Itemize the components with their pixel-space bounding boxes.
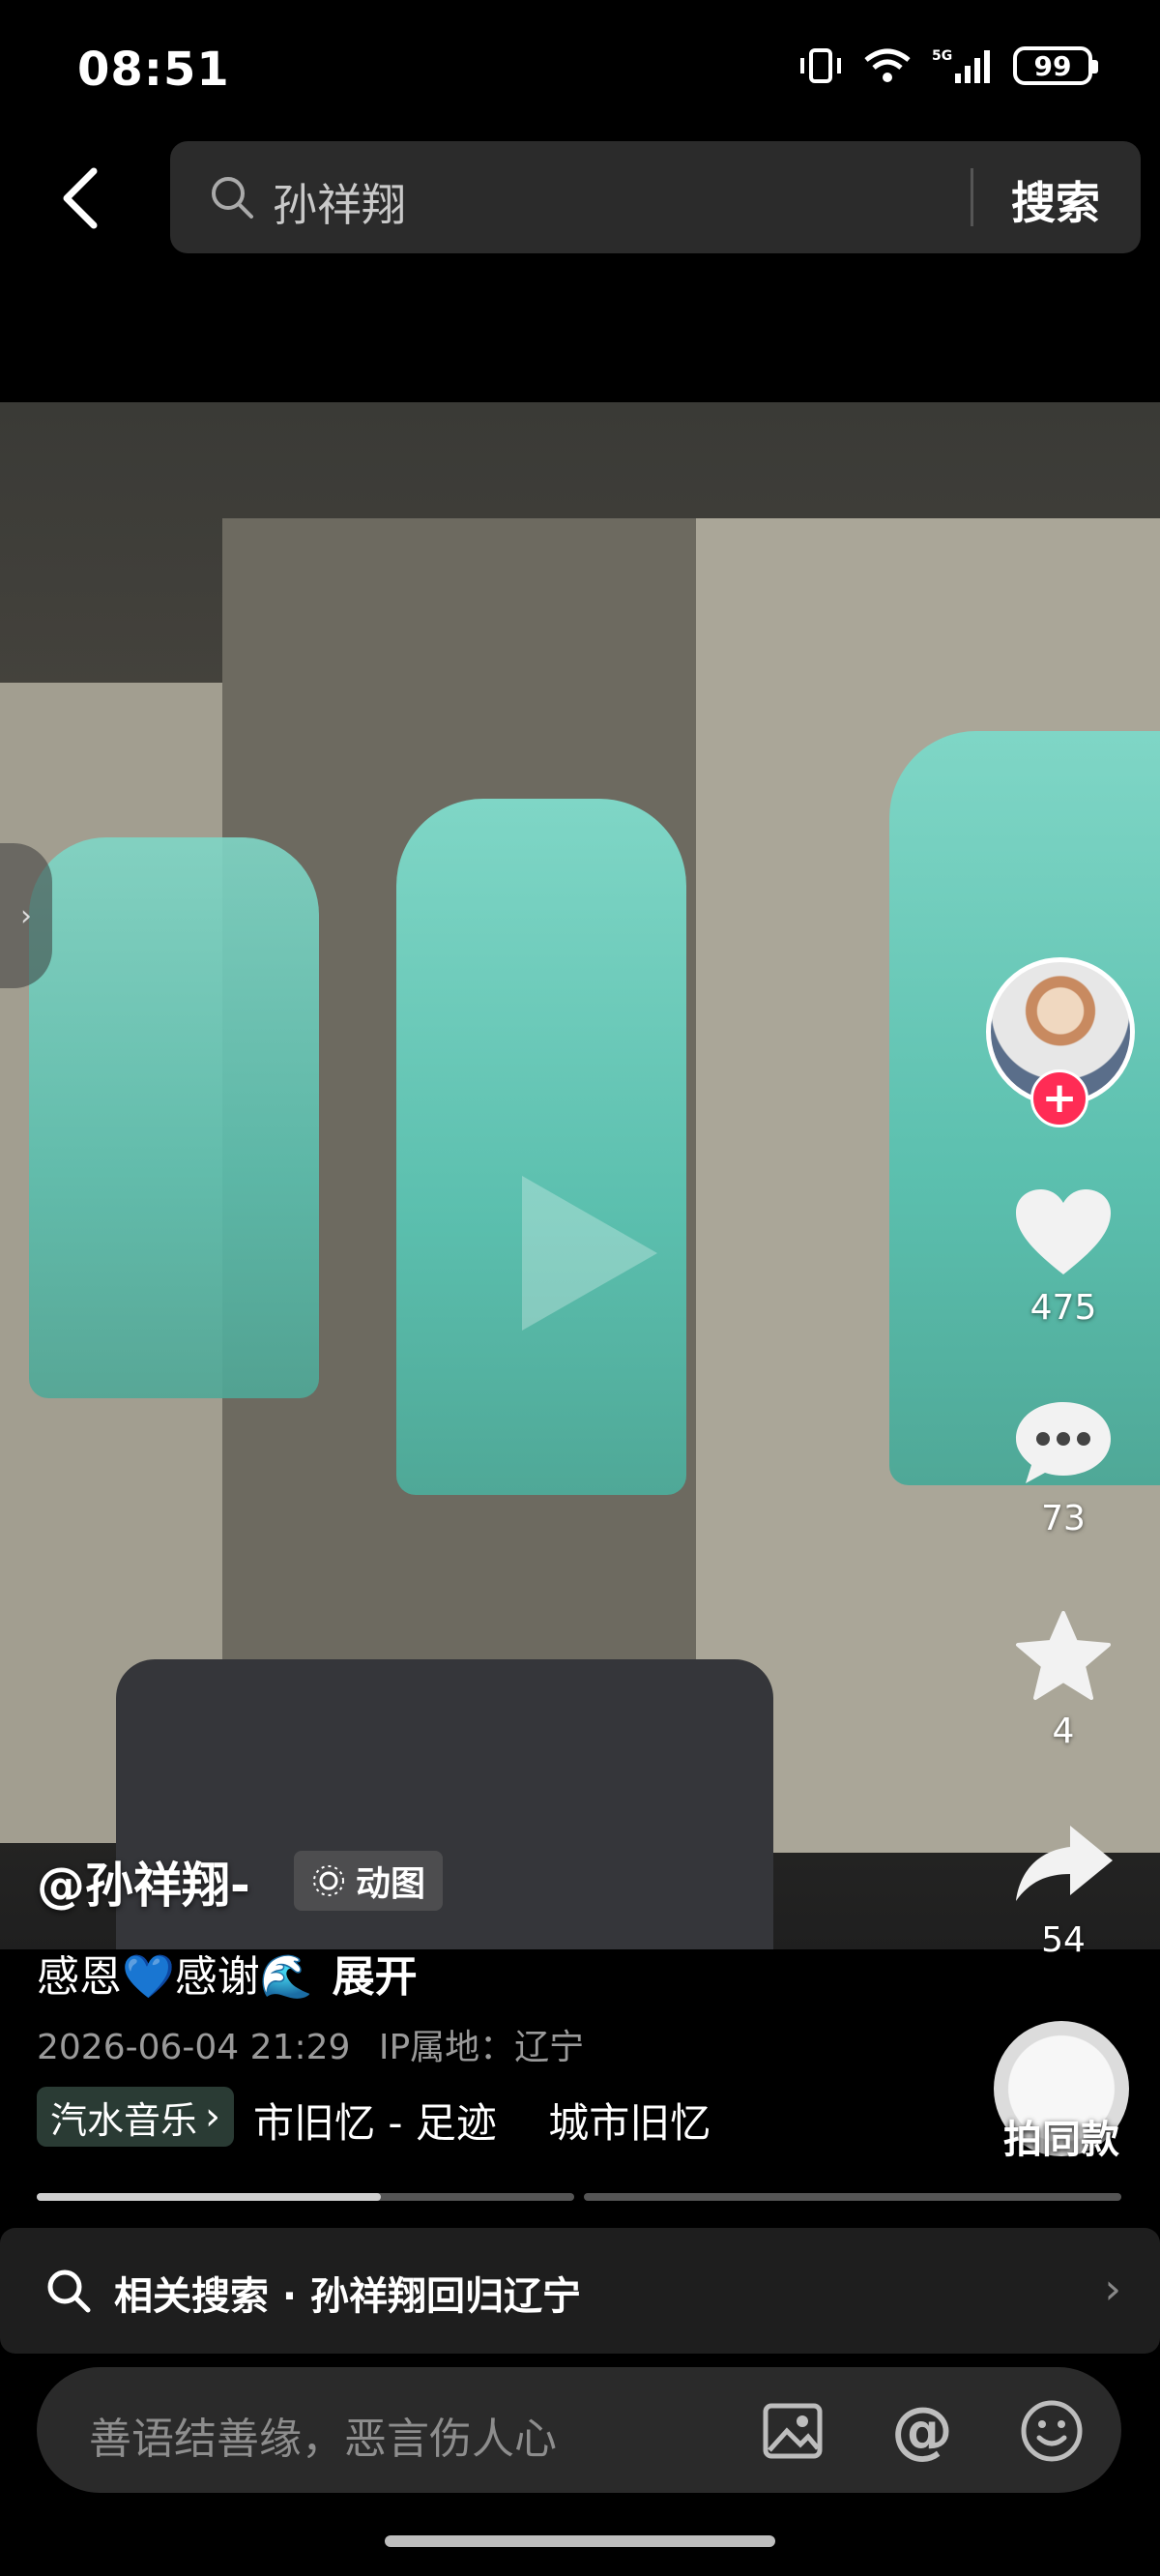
progress-bar-2[interactable] (584, 2193, 1121, 2201)
favorite-count: 4 (1052, 1712, 1075, 1751)
progress-bar-1[interactable] (37, 2193, 574, 2201)
jersey-right (889, 731, 1160, 1485)
star-icon (1016, 1611, 1111, 1700)
related-search-label: 相关搜索 · 孙祥翔回归辽宁 (114, 2274, 582, 2319)
search-icon (212, 177, 253, 219)
play-icon[interactable] (483, 1156, 677, 1350)
vibrate-icon (800, 48, 841, 83)
comment-icon (1016, 1402, 1111, 1483)
comment-button[interactable]: 73 (1005, 1396, 1121, 1538)
music-tag[interactable]: 汽水音乐 › (37, 2087, 235, 2147)
search-input[interactable]: 孙祥翔 (273, 170, 406, 234)
wifi-icon (864, 48, 911, 82)
caption-text: 感恩💙感谢🌊 (37, 1952, 313, 2002)
chevron-right-icon: › (20, 898, 32, 933)
video-caption: 感恩💙感谢🌊 展开 (37, 1942, 418, 2004)
favorite-button[interactable]: 4 (1005, 1609, 1121, 1751)
jersey-0 (396, 799, 686, 1495)
comment-input[interactable]: 善语结善缘，恶言伤人心 (89, 2404, 557, 2466)
related-search-bar[interactable]: 相关搜索 · 孙祥翔回归辽宁 › (0, 2228, 1160, 2354)
ip-location: IP属地：辽宁 (378, 2028, 585, 2067)
animated-badge-label: 动图 (356, 1864, 426, 1904)
same-style-button[interactable]: 拍同款 (1003, 2108, 1119, 2164)
share-icon (1016, 1826, 1113, 1901)
image-icon (763, 2403, 823, 2459)
expand-link[interactable]: 展开 (333, 1952, 418, 2002)
animated-badge: 动图 (294, 1851, 444, 1911)
chevron-right-icon: › (1104, 2265, 1121, 2314)
video-player[interactable]: › (0, 402, 1160, 1949)
author-name[interactable]: @孙祥翔- (37, 1847, 250, 1917)
emoji-button[interactable] (1017, 2396, 1087, 2466)
emoji-icon (1021, 2400, 1083, 2462)
progress-fill-1 (37, 2193, 381, 2201)
heart-icon (1016, 1189, 1111, 1274)
side-panel-tab[interactable]: › (0, 843, 52, 988)
comment-count: 73 (1041, 1499, 1086, 1538)
back-button[interactable] (46, 155, 114, 242)
at-icon: @ (891, 2395, 953, 2467)
jersey-15 (29, 837, 319, 1398)
music-tag-label: 汽水音乐 (50, 2098, 198, 2142)
post-datetime: 2026-06-04 21:29 (37, 2028, 351, 2067)
search-divider (971, 168, 973, 226)
search-button[interactable]: 搜索 (1011, 168, 1100, 232)
svg-text:5G: 5G (932, 48, 952, 64)
chevron-left-icon (63, 167, 98, 229)
status-time: 08:51 (77, 43, 230, 97)
status-icons: 5G 99 (798, 46, 1098, 85)
video-meta: 2026-06-04 21:29 IP属地：辽宁 (37, 2019, 584, 2069)
signal-icon: 5G (932, 48, 990, 83)
share-button[interactable]: 54 (1005, 1818, 1121, 1960)
chevron-right-icon: › (205, 2094, 221, 2139)
search-icon (47, 2269, 91, 2313)
music-title[interactable]: 市旧忆 - 足迹 城市旧忆 (253, 2091, 710, 2150)
like-count: 475 (1030, 1288, 1097, 1328)
comment-bar[interactable]: 善语结善缘，恶言伤人心 @ (37, 2367, 1121, 2493)
image-button[interactable] (758, 2396, 827, 2466)
like-button[interactable]: 475 (1005, 1186, 1121, 1328)
share-count: 54 (1041, 1920, 1086, 1960)
follow-button[interactable]: + (1030, 1069, 1088, 1127)
status-bar: 08:51 5G 99 (0, 0, 1160, 135)
mention-button[interactable]: @ (887, 2395, 957, 2467)
home-indicator[interactable] (385, 2535, 775, 2547)
search-box[interactable]: 孙祥翔 搜索 (170, 141, 1141, 253)
sun-icon (313, 1865, 344, 1896)
battery-indicator: 99 (1013, 46, 1098, 85)
